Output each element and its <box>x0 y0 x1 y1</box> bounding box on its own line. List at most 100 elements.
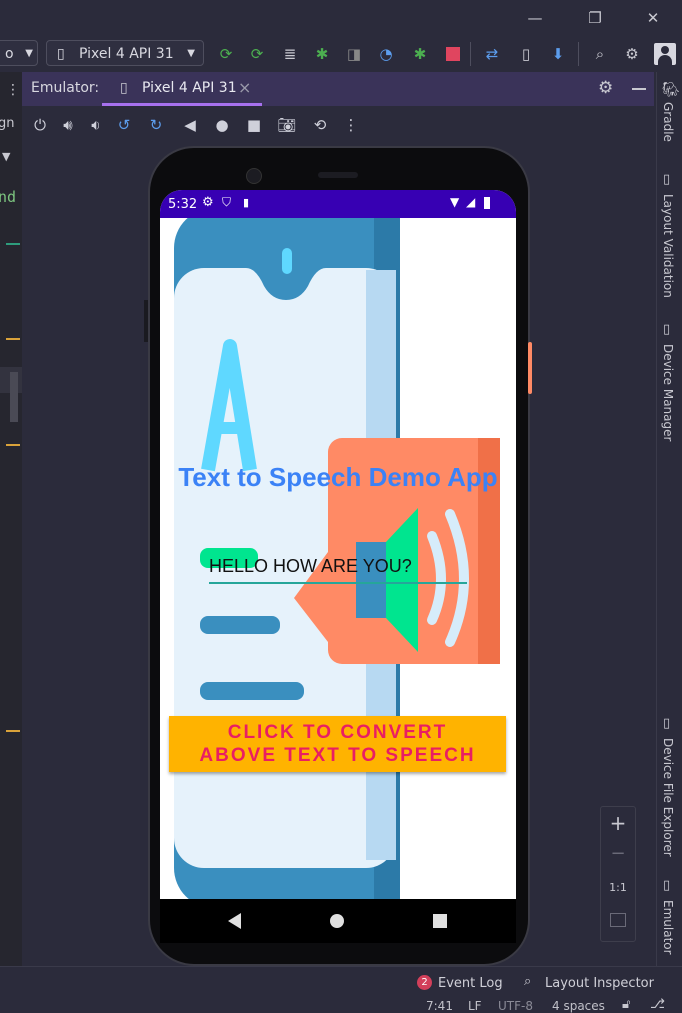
device-file-explorer-icon: ▯ <box>663 716 671 731</box>
zoom-out-button[interactable]: − <box>601 843 635 864</box>
zoom-actual-size-button[interactable]: 1:1 <box>601 881 635 894</box>
wifi-icon: ▼ <box>450 195 460 209</box>
gradle-elephant-icon: 🐘︎ <box>662 82 680 98</box>
line-separator[interactable]: LF <box>468 999 482 1013</box>
layout-inspector-button[interactable]: Layout Inspector <box>545 976 654 991</box>
gear-icon[interactable]: ⚙ <box>598 78 613 98</box>
minimize-icon[interactable]: — <box>522 6 548 30</box>
right-tool-strip: 🐘︎ Gradle ▯ Layout Validation ▯ Device M… <box>656 72 682 966</box>
code-fragment: nd <box>0 188 17 206</box>
debug-icon[interactable]: ✱ <box>312 44 332 64</box>
sync-gradle-icon[interactable]: ⇄ <box>482 44 502 64</box>
cursor-position[interactable]: 7:41 <box>426 999 453 1013</box>
android-status-bar: 5:32 ⚙ ⛉ ▮ ▼ ◢ <box>160 190 516 218</box>
tab-emulator-device[interactable]: ▯ Pixel 4 API 31 × <box>102 72 262 106</box>
front-camera <box>246 168 262 184</box>
volume-side-button[interactable] <box>144 300 148 342</box>
restore-icon[interactable]: ❐ <box>582 6 608 30</box>
file-encoding[interactable]: UTF-8 <box>498 999 533 1013</box>
speaker-grille <box>318 172 358 178</box>
layout-inspector-icon: ⌕ <box>524 974 532 989</box>
settings-notification-icon: ⚙ <box>202 195 214 210</box>
run-config-label: o <box>5 46 14 62</box>
rotate-left-icon[interactable]: ↺ <box>114 115 134 135</box>
apply-code-changes-icon[interactable]: ⟳ <box>247 44 267 64</box>
indent-setting[interactable]: 4 spaces <box>552 999 605 1013</box>
profile-icon[interactable]: ◔ <box>376 44 396 64</box>
sdk-manager-icon[interactable]: ⬇ <box>548 44 568 64</box>
camera-icon[interactable]: 📷︎ <box>277 115 297 135</box>
zoom-controls: + − 1:1 <box>600 806 636 942</box>
change-marker <box>6 243 20 245</box>
nav-recents-icon[interactable] <box>433 914 447 928</box>
overview-icon[interactable]: ■ <box>244 115 264 135</box>
tool-window-emulator[interactable]: Emulator <box>661 900 675 955</box>
apply-changes-icon[interactable]: ⟳ <box>216 44 236 64</box>
tool-window-device-manager[interactable]: Device Manager <box>661 344 675 441</box>
status-time: 5:32 <box>168 197 198 212</box>
scrollbar-thumb[interactable] <box>10 372 18 422</box>
zoom-in-button[interactable]: + <box>601 811 635 835</box>
main-toolbar: o ▼ ▯ Pixel 4 API 31 ▼ ⟳ ⟳ ≣ ✱ ◨ ◔ ✱ ⇄ ▯… <box>0 36 682 72</box>
android-navigation-bar <box>160 899 516 943</box>
search-icon[interactable]: ⌕ <box>590 44 610 64</box>
convert-to-speech-button[interactable]: CLICK TO CONVERT ABOVE TEXT TO SPEECH <box>169 716 506 772</box>
event-log-button[interactable]: Event Log <box>438 976 503 991</box>
bottom-status-bar: 2 Event Log ⌕ Layout Inspector 7:41 LF U… <box>0 966 682 1013</box>
title-bar: — ❐ ✕ <box>0 0 682 36</box>
speech-text-input[interactable]: HELLO HOW ARE YOU? <box>209 554 467 584</box>
nav-back-icon[interactable] <box>228 913 241 929</box>
toolbar-divider <box>470 42 471 66</box>
tool-window-device-file-explorer[interactable]: Device File Explorer <box>661 738 675 857</box>
power-icon[interactable]: ⏻ <box>30 115 50 135</box>
layout-validation-icon: ▯ <box>663 172 671 187</box>
phone-device-icon: ▯ <box>57 46 65 62</box>
snapshot-icon[interactable]: ⟲ <box>310 115 330 135</box>
app-background-illustration <box>174 208 500 900</box>
tool-window-layout-validation[interactable]: Layout Validation <box>661 194 675 298</box>
fit-screen-icon[interactable] <box>610 913 626 927</box>
home-icon[interactable]: ● <box>212 115 232 135</box>
emulator-tab-row: Emulator: ▯ Pixel 4 API 31 × ⚙ <box>22 72 654 107</box>
chevron-down-icon: ▼ <box>2 150 11 163</box>
lock-icon[interactable]: 🔓︎ <box>622 997 630 1012</box>
hide-panel-icon[interactable] <box>632 88 646 90</box>
speech-text-value: HELLO HOW ARE YOU? <box>209 556 412 576</box>
debug-attach-icon[interactable]: ✱ <box>410 44 430 64</box>
chevron-down-icon: ▼ <box>187 48 195 59</box>
event-count-badge: 2 <box>417 975 432 990</box>
warning-marker <box>6 444 20 446</box>
close-tab-icon[interactable]: × <box>238 78 251 97</box>
gear-icon[interactable]: ⚙ <box>622 44 642 64</box>
stop-icon[interactable] <box>446 47 460 61</box>
warning-marker <box>6 338 20 340</box>
convert-button-label: CLICK TO CONVERT ABOVE TEXT TO SPEECH <box>199 722 476 766</box>
app-title: Text to Speech Demo App <box>178 462 498 492</box>
attach-debugger-icon[interactable]: ◨ <box>344 44 364 64</box>
more-options-icon[interactable]: ⋮ <box>341 115 361 135</box>
run-config-dropdown[interactable]: o ▼ <box>0 40 38 66</box>
sd-card-icon: ▮ <box>243 196 250 209</box>
shield-icon: ⛉ <box>222 195 232 209</box>
nav-home-icon[interactable] <box>330 914 344 928</box>
rotate-right-icon[interactable]: ↻ <box>146 115 166 135</box>
close-window-icon[interactable]: ✕ <box>640 6 666 30</box>
tab-emulator-label: Pixel 4 API 31 <box>142 80 237 96</box>
more-options-icon[interactable]: ⋮ <box>6 82 20 98</box>
design-tab-fragment[interactable]: gn <box>0 116 15 131</box>
chevron-down-icon: ▼ <box>25 48 33 59</box>
signal-icon: ◢ <box>466 195 476 209</box>
git-icon[interactable]: ⎇ <box>650 997 665 1012</box>
device-manager-icon[interactable]: ▯ <box>516 44 536 64</box>
volume-down-icon[interactable]: 🔉︎ <box>86 115 106 135</box>
power-side-button[interactable] <box>528 342 532 394</box>
back-icon[interactable]: ◀ <box>180 115 200 135</box>
device-selector-dropdown[interactable]: ▯ Pixel 4 API 31 ▼ <box>46 40 204 66</box>
warning-marker <box>6 730 20 732</box>
volume-up-icon[interactable]: 🔊︎ <box>58 115 78 135</box>
device-selector-label: Pixel 4 API 31 <box>79 46 174 62</box>
run-tests-icon[interactable]: ≣ <box>280 44 300 64</box>
avatar[interactable] <box>654 43 676 65</box>
emulator-icon: ▯ <box>663 878 671 893</box>
tool-window-gradle[interactable]: Gradle <box>661 102 675 142</box>
